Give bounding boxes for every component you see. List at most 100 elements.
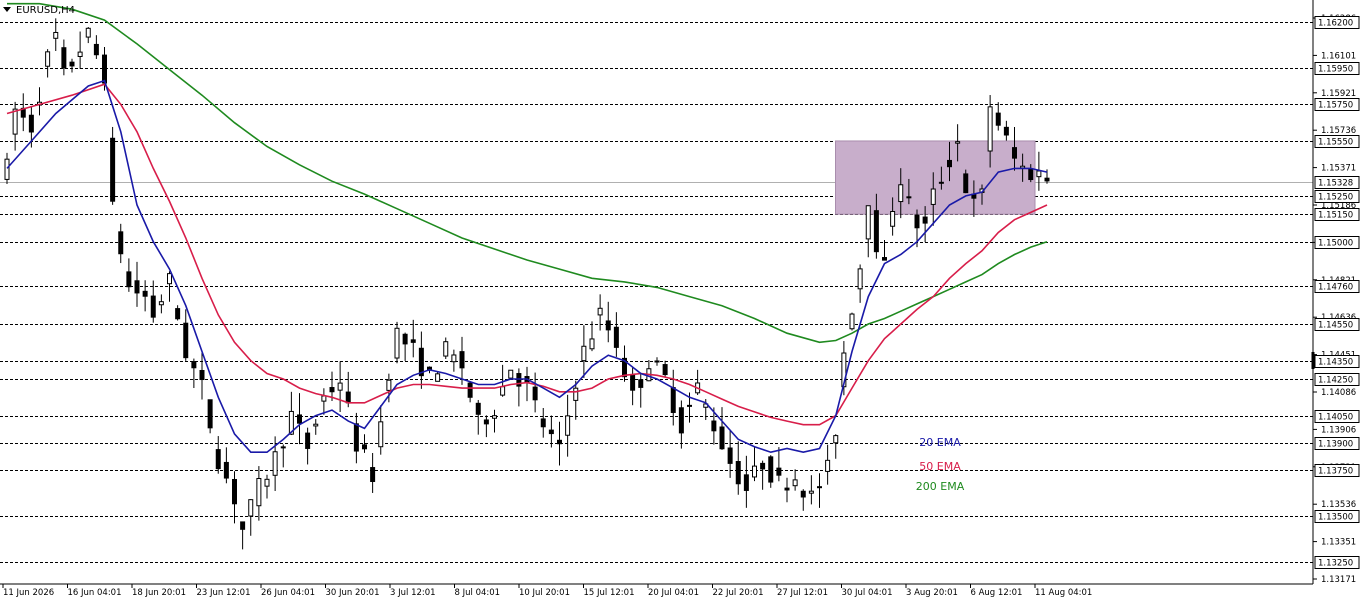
time-tick-label: 30 Jun 20:01: [326, 588, 380, 598]
candle-body: [280, 446, 286, 449]
time-tick-label: 22 Jul 20:01: [713, 588, 764, 598]
level-badge-label: 1.13250: [1318, 559, 1353, 569]
candle-body: [240, 521, 246, 530]
price-tick-label: 1.13536: [1321, 500, 1356, 510]
level-badge: 1.13250: [1314, 556, 1360, 569]
candle-body: [727, 447, 733, 464]
candle-body: [345, 391, 351, 404]
level-badge: 1.15250: [1314, 190, 1360, 203]
candle-body: [760, 462, 766, 470]
candle-body: [557, 439, 562, 445]
candle-body: [882, 257, 887, 261]
candle-body: [110, 137, 116, 202]
price-tick-label: 1.13171: [1321, 575, 1356, 585]
candle-body: [85, 27, 91, 38]
candle-body: [329, 387, 335, 393]
candle-body: [443, 341, 449, 357]
candle-body: [207, 399, 213, 429]
candle: [110, 126, 116, 205]
candle-body: [475, 402, 481, 415]
candle-body: [337, 382, 343, 391]
candle-body: [630, 374, 636, 391]
candle-body: [654, 360, 660, 363]
candle-body: [898, 184, 904, 203]
chart-background: [0, 0, 1362, 603]
level-badge-label: 1.15750: [1318, 101, 1353, 111]
time-tick-label: 3 Jul 12:01: [390, 588, 436, 598]
candle-body: [394, 327, 400, 359]
candle-body: [248, 499, 254, 517]
price-tick-label: 1.15736: [1321, 126, 1356, 136]
time-tick-label: 18 Jun 20:01: [132, 588, 186, 598]
level-badge: 1.15000: [1314, 236, 1360, 249]
candle-body: [492, 415, 497, 419]
candle-body: [873, 210, 879, 253]
candle-body: [938, 181, 944, 184]
candle-body: [930, 188, 936, 205]
candle-body: [743, 474, 749, 491]
candle-body: [1003, 126, 1009, 136]
candle-body: [573, 387, 579, 401]
candle-body: [865, 205, 871, 240]
candle-body: [947, 159, 952, 168]
candle-body: [150, 295, 156, 318]
chart-window: 1.162861.161011.159211.157361.153711.151…: [0, 0, 1362, 603]
candle-body: [849, 313, 855, 330]
candle-body: [223, 461, 229, 479]
candle-body: [118, 231, 124, 255]
candle-body: [264, 478, 270, 487]
candle-body: [353, 423, 359, 452]
candle-body: [548, 429, 554, 435]
price-tick-label: 1.15371: [1321, 164, 1356, 174]
candle-body: [321, 395, 327, 402]
candle-body: [662, 364, 668, 376]
candle-body: [142, 290, 148, 297]
level-badge-label: 1.14050: [1318, 413, 1353, 423]
level-badge-label: 1.13900: [1318, 440, 1353, 450]
candle-body: [28, 114, 34, 133]
candle-body: [199, 370, 205, 381]
candle-body: [955, 141, 961, 144]
level-badge-label: 1.15000: [1318, 239, 1353, 249]
time-tick-label: 16 Jun 04:01: [68, 588, 122, 598]
candle-body: [93, 43, 99, 56]
level-badge: 1.15150: [1314, 208, 1360, 221]
price-chart[interactable]: 1.162861.161011.159211.157361.153711.151…: [0, 0, 1362, 603]
candle-body: [906, 196, 912, 199]
level-badge: 1.13900: [1314, 437, 1360, 450]
candle: [508, 369, 514, 379]
candle-body: [1028, 168, 1034, 181]
candle-body: [817, 486, 822, 489]
level-badge: 1.14050: [1314, 410, 1360, 423]
candle-body: [134, 280, 140, 294]
candle-body: [191, 361, 197, 369]
level-badge: 1.14760: [1314, 280, 1360, 293]
candle-body: [987, 106, 993, 152]
candle-body: [1044, 177, 1050, 182]
time-tick-label: 26 Jun 04:01: [261, 588, 315, 598]
candle-body: [833, 435, 839, 444]
candle-body: [784, 487, 790, 491]
candle-body: [597, 307, 603, 316]
candle-body: [1036, 170, 1042, 178]
candle-body: [69, 61, 75, 67]
time-tick-label: 6 Aug 12:01: [971, 588, 1023, 598]
candle-body: [565, 415, 571, 436]
candle-body: [215, 449, 221, 470]
candle-body: [857, 268, 863, 290]
candle-body: [532, 386, 538, 401]
candle-body: [459, 351, 465, 369]
time-tick-label: 30 Jul 04:01: [842, 588, 893, 598]
level-badge-label: 1.14350: [1318, 358, 1353, 368]
candle-body: [4, 158, 10, 180]
candle-body: [378, 421, 384, 448]
level-badge-label: 1.15150: [1318, 211, 1353, 221]
candle-body: [508, 369, 514, 379]
level-badge: 1.15750: [1314, 98, 1360, 111]
time-tick-label: 27 Jul 12:01: [777, 588, 828, 598]
candle-body: [638, 379, 644, 388]
candle: [394, 321, 400, 364]
level-badge-label: 1.13750: [1318, 467, 1353, 477]
candle-body: [256, 478, 262, 507]
candle-body: [102, 54, 107, 84]
